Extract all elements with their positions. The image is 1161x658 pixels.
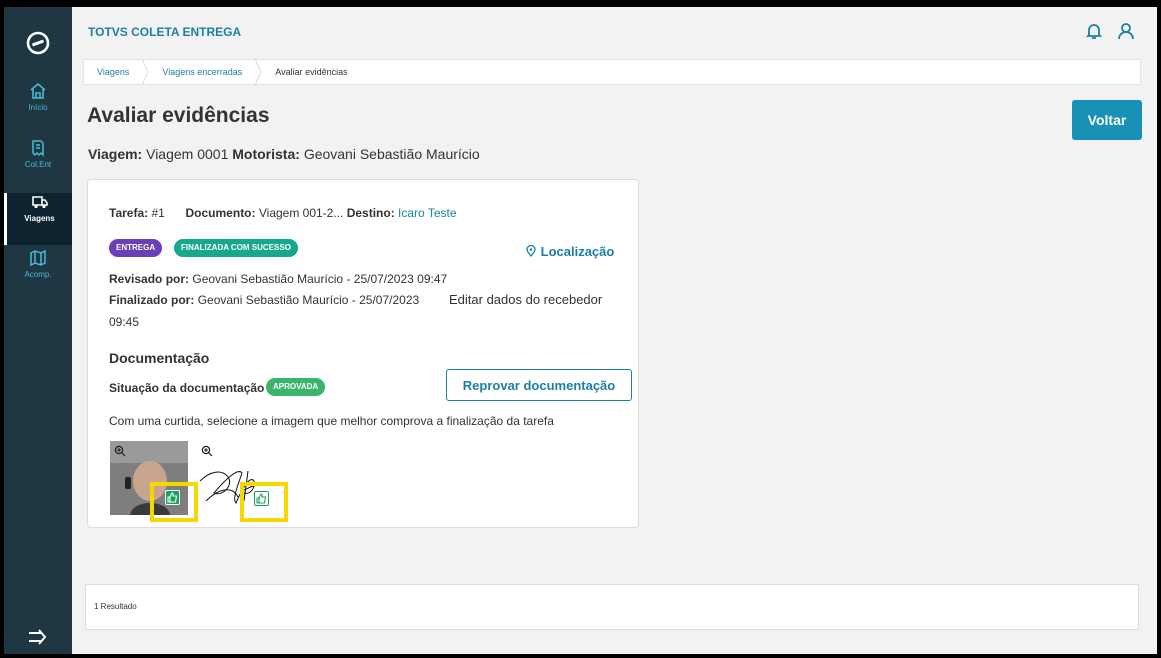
task-value: #1	[151, 206, 165, 220]
documentation-title: Documentação	[109, 350, 210, 366]
totvs-logo-icon[interactable]	[26, 31, 50, 55]
edit-receiver-link[interactable]: Editar dados do recebedor	[449, 292, 602, 307]
bell-icon[interactable]	[1084, 21, 1104, 41]
user-icon[interactable]	[1116, 21, 1136, 41]
task-card: Tarefa: #1 Documento: Viagem 001-2... De…	[87, 179, 639, 528]
destination-label: Destino:	[346, 206, 395, 220]
sidebar-item-label: Acomp.	[24, 270, 52, 279]
results-footer: 1 Resultado	[85, 584, 1139, 630]
zoom-in-icon[interactable]	[201, 445, 213, 457]
breadcrumb-viagens-encerradas[interactable]: Viagens encerradas	[149, 67, 254, 77]
location-label: Localização	[540, 244, 615, 259]
sidebar-item-acomp[interactable]: Acomp.	[4, 249, 72, 301]
receipt-icon	[32, 140, 44, 157]
sidebar-item-label: Viagens	[24, 214, 55, 223]
finished-time: 09:45	[109, 315, 140, 329]
map-icon	[30, 249, 46, 267]
finished-label: Finalizado por:	[109, 293, 195, 307]
app-frame: Início Col.Ent Viagens Acomp. TOTVS COLE…	[4, 7, 1157, 654]
app-title[interactable]: TOTVS COLETA ENTREGA	[88, 25, 241, 39]
sidebar-item-inicio[interactable]: Início	[4, 82, 72, 134]
breadcrumb-separator-icon	[141, 59, 149, 85]
expand-menu-icon[interactable]	[26, 627, 50, 647]
doc-status-badge: APROVADA	[266, 378, 326, 396]
instruction-text: Com uma curtida, selecione a imagem que …	[109, 414, 554, 428]
zoom-in-icon[interactable]	[114, 445, 126, 457]
highlight-box	[240, 482, 288, 522]
location-pin-icon	[526, 244, 536, 257]
breadcrumb-avaliar-evidencias: Avaliar evidências	[275, 67, 348, 77]
reject-documentation-button[interactable]: Reprovar documentação	[446, 369, 632, 401]
breadcrumb-separator-icon	[254, 59, 262, 85]
finished-value: Geovani Sebastião Maurício - 25/07/2023	[197, 293, 420, 307]
finished-by: Finalizado por: Geovani Sebastião Mauríc…	[109, 293, 419, 307]
sidebar-item-label: Col.Ent	[24, 160, 52, 169]
type-badge: ENTREGA	[109, 239, 163, 257]
trip-info: Viagem: Viagem 0001 Motorista: Geovani S…	[88, 146, 480, 162]
breadcrumb: Viagens Viagens encerradas Avaliar evidê…	[83, 59, 1141, 85]
reviewed-by: Revisado por: Geovani Sebastião Maurício…	[109, 272, 447, 286]
driver-value: Geovani Sebastião Maurício	[303, 146, 480, 162]
task-header: Tarefa: #1 Documento: Viagem 001-2... De…	[109, 206, 457, 220]
results-count: 1 Resultado	[94, 602, 137, 611]
trip-label: Viagem:	[88, 146, 143, 162]
status-badge: FINALIZADA COM SUCESSO	[174, 239, 298, 257]
truck-icon	[31, 196, 48, 209]
sidebar: Início Col.Ent Viagens Acomp.	[4, 7, 72, 654]
sidebar-item-colent[interactable]: Col.Ent	[4, 139, 72, 191]
highlight-box	[150, 482, 198, 522]
document-label: Documento:	[185, 206, 256, 220]
reviewed-label: Revisado por:	[109, 272, 190, 286]
doc-status-label: Situação da documentação	[109, 381, 265, 395]
back-button[interactable]: Voltar	[1072, 100, 1142, 140]
page-title: Avaliar evidências	[87, 104, 270, 127]
document-value: Viagem 001-2...	[258, 206, 344, 220]
reviewed-value: Geovani Sebastião Maurício - 25/07/2023 …	[192, 272, 448, 286]
breadcrumb-viagens[interactable]: Viagens	[84, 67, 141, 77]
trip-value: Viagem 0001	[146, 146, 229, 162]
home-icon	[30, 82, 46, 99]
task-label: Tarefa:	[109, 206, 149, 220]
sidebar-item-viagens[interactable]: Viagens	[4, 193, 72, 245]
sidebar-item-label: Início	[28, 103, 48, 112]
destination-link[interactable]: Icaro Teste	[398, 206, 456, 220]
driver-label: Motorista:	[232, 146, 300, 162]
location-link[interactable]: Localização	[525, 244, 614, 259]
